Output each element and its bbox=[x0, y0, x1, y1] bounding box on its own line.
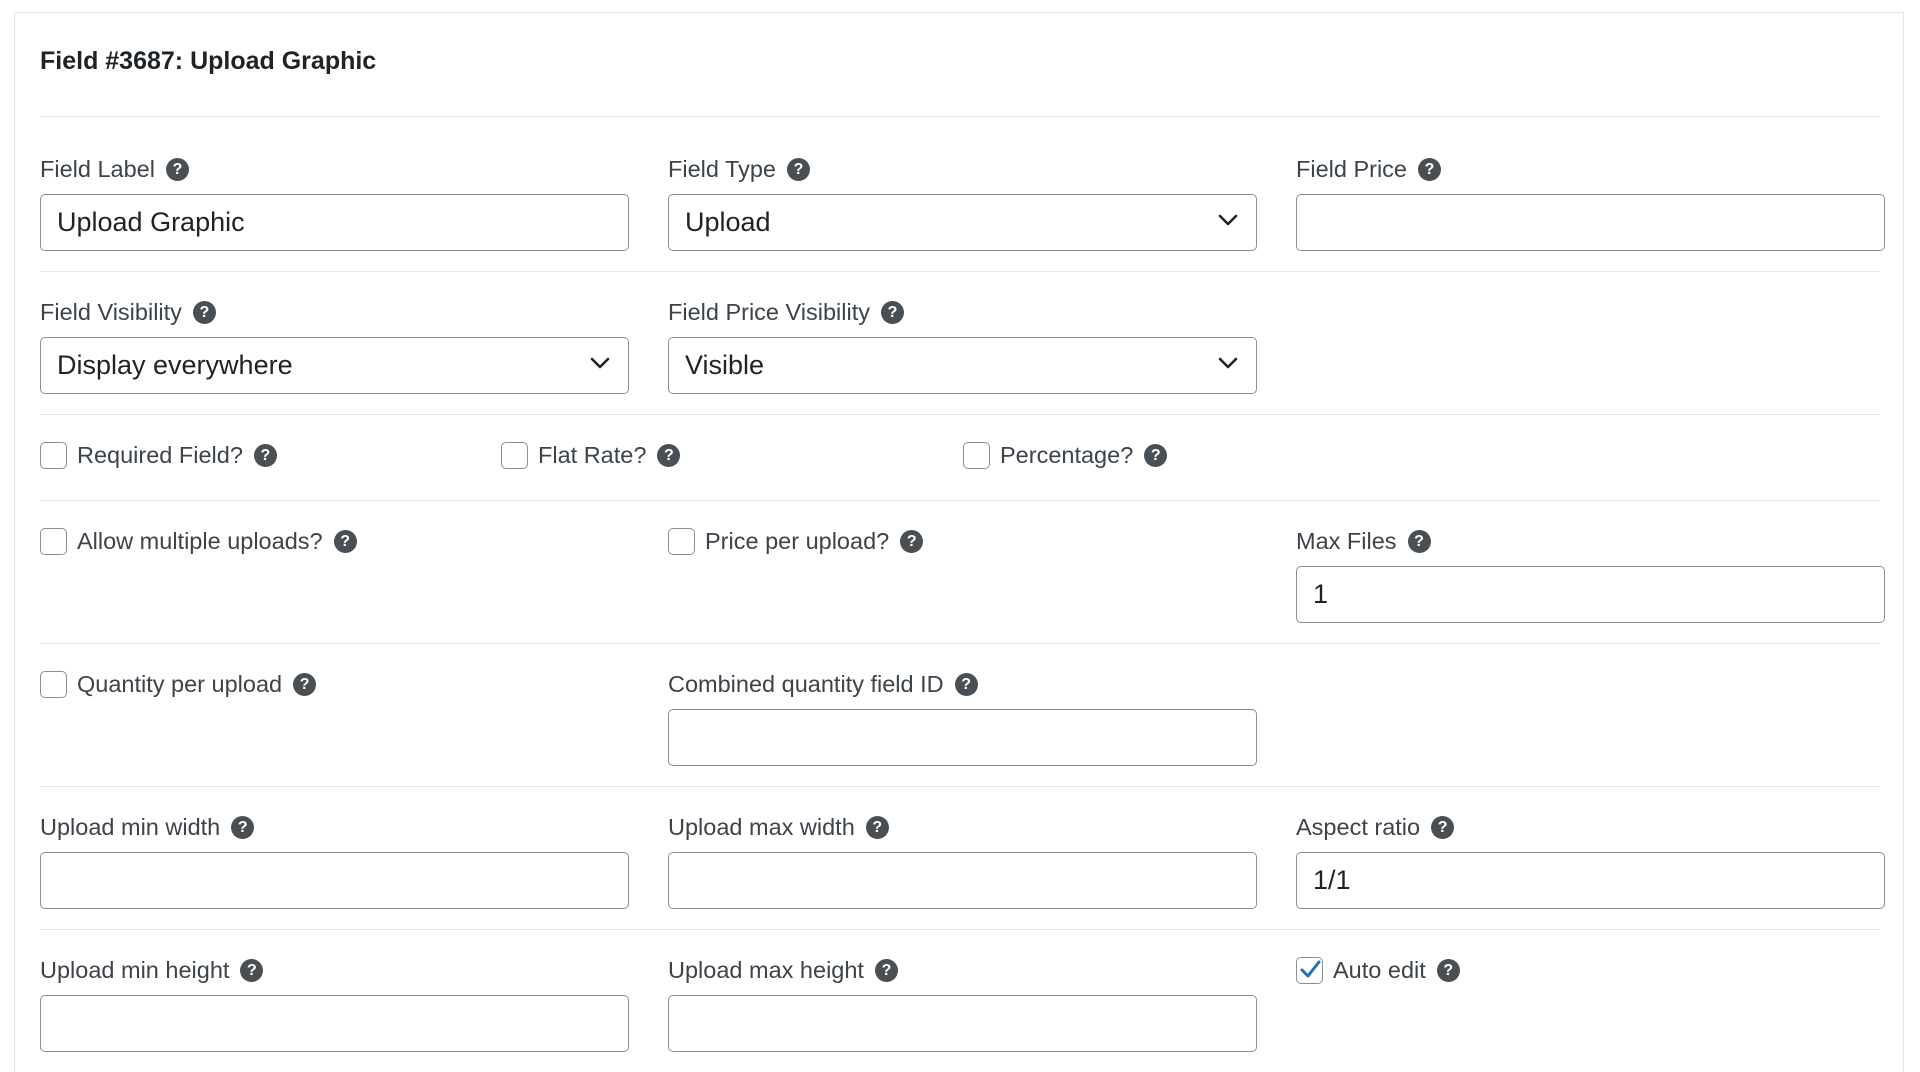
divider bbox=[40, 414, 1880, 415]
percentage-checkbox[interactable] bbox=[963, 442, 990, 469]
allow-multiple-uploads-checkbox[interactable] bbox=[40, 528, 67, 555]
help-icon[interactable]: ? bbox=[231, 816, 255, 839]
help-icon[interactable]: ? bbox=[1144, 444, 1168, 467]
allow-multiple-uploads-checkbox-row[interactable]: Allow multiple uploads? ? bbox=[40, 528, 357, 555]
field-price-visibility-select[interactable]: Visible bbox=[668, 337, 1257, 394]
checkmark-icon bbox=[1300, 960, 1321, 978]
auto-edit-checkbox[interactable] bbox=[1296, 957, 1323, 984]
upload-max-height-label: Upload max height ? bbox=[668, 957, 898, 984]
auto-edit-checkbox-row[interactable]: Auto edit ? bbox=[1296, 957, 1460, 984]
divider bbox=[40, 116, 1880, 117]
divider bbox=[40, 271, 1880, 272]
chevron-down-icon bbox=[1218, 357, 1238, 368]
help-icon[interactable]: ? bbox=[1418, 158, 1442, 181]
aspect-ratio-label: Aspect ratio ? bbox=[1296, 814, 1455, 841]
percentage-checkbox-row[interactable]: Percentage? ? bbox=[963, 442, 1168, 469]
help-icon[interactable]: ? bbox=[874, 959, 898, 982]
help-icon[interactable]: ? bbox=[240, 959, 264, 982]
max-files-input[interactable]: 1 bbox=[1296, 566, 1885, 623]
divider bbox=[40, 786, 1880, 787]
price-per-upload-checkbox-row[interactable]: Price per upload? ? bbox=[668, 528, 924, 555]
help-icon[interactable]: ? bbox=[954, 673, 978, 696]
help-icon[interactable]: ? bbox=[192, 301, 216, 324]
field-price-visibility-label: Field Price Visibility ? bbox=[668, 299, 904, 326]
help-icon[interactable]: ? bbox=[1431, 816, 1455, 839]
upload-min-height-input[interactable] bbox=[40, 995, 629, 1052]
field-price-label: Field Price ? bbox=[1296, 156, 1442, 183]
field-label-input[interactable]: Upload Graphic bbox=[40, 194, 629, 251]
upload-max-width-input[interactable] bbox=[668, 852, 1257, 909]
field-visibility-select[interactable]: Display everywhere bbox=[40, 337, 629, 394]
divider bbox=[40, 500, 1880, 501]
flat-rate-checkbox[interactable] bbox=[501, 442, 528, 469]
field-type-select[interactable]: Upload bbox=[668, 194, 1257, 251]
field-price-input[interactable] bbox=[1296, 194, 1885, 251]
required-field-checkbox[interactable] bbox=[40, 442, 67, 469]
divider bbox=[40, 643, 1880, 644]
help-icon[interactable]: ? bbox=[1407, 530, 1431, 553]
quantity-per-upload-checkbox-row[interactable]: Quantity per upload ? bbox=[40, 671, 317, 698]
field-visibility-label: Field Visibility ? bbox=[40, 299, 216, 326]
upload-min-height-label: Upload min height ? bbox=[40, 957, 264, 984]
upload-min-width-label: Upload min width ? bbox=[40, 814, 255, 841]
flat-rate-checkbox-row[interactable]: Flat Rate? ? bbox=[501, 442, 681, 469]
help-icon[interactable]: ? bbox=[165, 158, 189, 181]
chevron-down-icon bbox=[590, 357, 610, 368]
price-per-upload-checkbox[interactable] bbox=[668, 528, 695, 555]
field-label-label: Field Label ? bbox=[40, 156, 189, 183]
help-icon[interactable]: ? bbox=[787, 158, 810, 181]
divider bbox=[40, 929, 1880, 930]
help-icon[interactable]: ? bbox=[657, 444, 681, 467]
combined-quantity-field-id-label: Combined quantity field ID ? bbox=[668, 671, 978, 698]
chevron-down-icon bbox=[1218, 214, 1238, 225]
aspect-ratio-input[interactable]: 1/1 bbox=[1296, 852, 1885, 909]
max-files-label: Max Files ? bbox=[1296, 528, 1431, 555]
quantity-per-upload-checkbox[interactable] bbox=[40, 671, 67, 698]
upload-max-height-input[interactable] bbox=[668, 995, 1257, 1052]
field-type-label: Field Type ? bbox=[668, 156, 810, 183]
help-icon[interactable]: ? bbox=[253, 444, 277, 467]
help-icon[interactable]: ? bbox=[881, 301, 904, 324]
combined-quantity-field-id-input[interactable] bbox=[668, 709, 1257, 766]
help-icon[interactable]: ? bbox=[865, 816, 889, 839]
field-title: Field #3687: Upload Graphic bbox=[40, 47, 377, 75]
help-icon[interactable]: ? bbox=[333, 530, 357, 553]
required-field-checkbox-row[interactable]: Required Field? ? bbox=[40, 442, 277, 469]
help-icon[interactable]: ? bbox=[293, 673, 317, 696]
help-icon[interactable]: ? bbox=[900, 530, 924, 553]
upload-min-width-input[interactable] bbox=[40, 852, 629, 909]
help-icon[interactable]: ? bbox=[1436, 959, 1460, 982]
upload-max-width-label: Upload max width ? bbox=[668, 814, 889, 841]
